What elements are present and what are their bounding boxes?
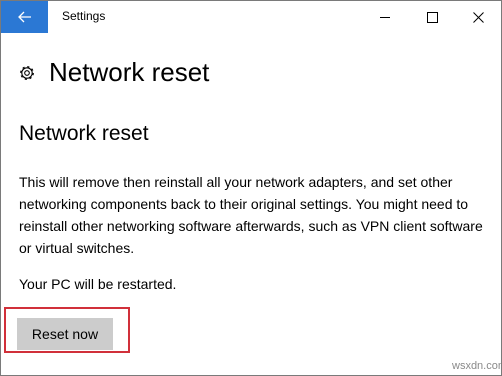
back-button[interactable] <box>1 1 48 33</box>
restart-note: Your PC will be restarted. <box>19 276 177 292</box>
section-title: Network reset <box>19 122 149 145</box>
close-button[interactable] <box>455 1 501 33</box>
gear-icon <box>20 65 34 80</box>
window-title: Settings <box>62 9 106 23</box>
maximize-button[interactable] <box>409 1 455 33</box>
minimize-icon <box>379 16 390 18</box>
reset-now-button[interactable]: Reset now <box>17 318 113 350</box>
page-header: Network reset <box>17 57 209 88</box>
settings-window: Settings Network reset Network reset Thi… <box>0 0 502 376</box>
close-icon <box>472 11 484 23</box>
watermark-text: wsxdn.com <box>452 360 502 372</box>
back-arrow-icon <box>17 11 31 23</box>
minimize-button[interactable] <box>362 1 408 33</box>
title-bar: Settings <box>1 1 501 33</box>
page-title: Network reset <box>49 57 210 87</box>
reset-description: This will remove then reinstall all your… <box>19 174 483 256</box>
maximize-icon <box>426 11 438 23</box>
